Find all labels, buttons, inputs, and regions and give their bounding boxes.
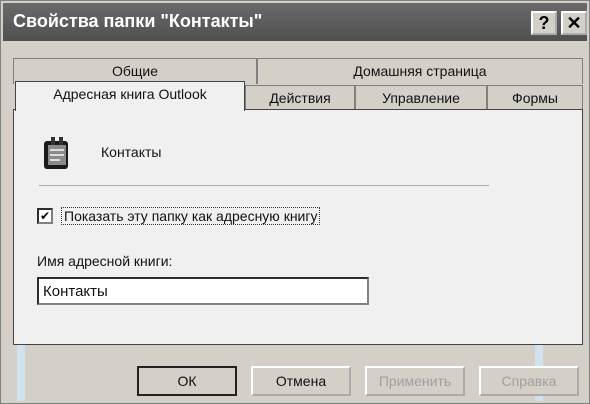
title-bar[interactable]: Свойства папки "Контакты" ? ✕ — [3, 3, 587, 41]
address-book-name-input[interactable] — [37, 277, 369, 305]
close-icon: ✕ — [566, 13, 582, 33]
tab-actions[interactable]: Действия — [245, 85, 355, 111]
apply-button[interactable]: Применить — [365, 366, 465, 396]
address-book-name-label: Имя адресной книги: — [37, 253, 173, 269]
window-title: Свойства папки "Контакты" — [13, 11, 263, 31]
help-button[interactable]: ? — [531, 11, 557, 35]
tab-outlook-address-book[interactable]: Адресная книга Outlook — [15, 81, 245, 111]
tab-forms[interactable]: Формы — [487, 85, 583, 111]
help-dialog-button[interactable]: Справка — [479, 366, 579, 396]
contacts-folder-icon — [44, 137, 68, 169]
help-icon: ? — [538, 13, 550, 33]
show-as-address-book-checkbox[interactable]: ✔ — [37, 208, 53, 224]
dialog-window: Свойства папки "Контакты" ? ✕ Общие Дома… — [0, 0, 590, 404]
ok-button[interactable]: ОК — [137, 366, 237, 396]
separator — [39, 185, 489, 186]
close-button[interactable]: ✕ — [561, 11, 587, 35]
tab-administration[interactable]: Управление — [355, 85, 487, 111]
folder-name: Контакты — [101, 144, 162, 160]
tab-home-page[interactable]: Домашняя страница — [257, 58, 583, 84]
show-as-address-book-label[interactable]: Показать эту папку как адресную книгу — [61, 207, 321, 225]
cancel-button[interactable]: Отмена — [251, 366, 351, 396]
tab-panel — [13, 109, 583, 345]
